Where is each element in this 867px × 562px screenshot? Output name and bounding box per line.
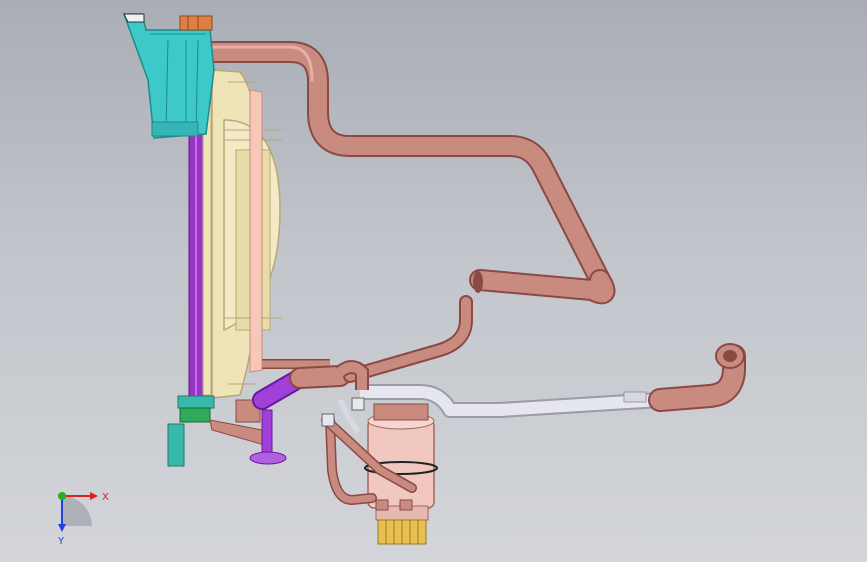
- cooling-system-assembly-model[interactable]: X Y: [0, 0, 867, 562]
- water-pump-housing[interactable]: [364, 403, 438, 545]
- fan-shroud[interactable]: [211, 69, 282, 399]
- cad-viewport[interactable]: X Y: [0, 0, 867, 562]
- x-axis-arrowhead: [90, 492, 98, 500]
- x-axis-label: X: [102, 492, 109, 503]
- triad-plane-indicator: [62, 496, 92, 526]
- z-axis-arrowhead: [58, 524, 66, 532]
- expansion-tank[interactable]: [122, 13, 215, 139]
- y-axis-point: [58, 492, 66, 500]
- coordinate-triad: X Y: [57, 492, 109, 547]
- y-axis-label: Y: [57, 536, 65, 547]
